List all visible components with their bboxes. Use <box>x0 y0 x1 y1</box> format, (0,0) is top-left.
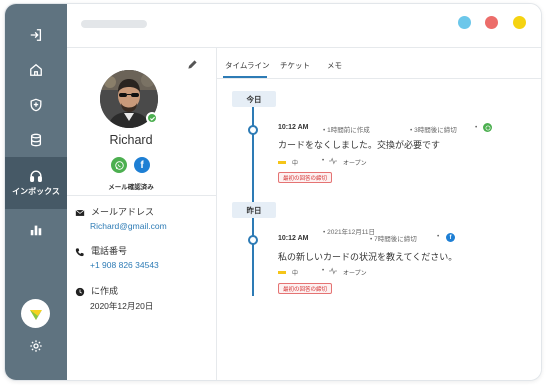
created-value: 2020年12月20日 <box>90 301 154 311</box>
contact-profile-panel: Richard f メール確認済み メールアドレス Richard@gmail.… <box>67 48 217 380</box>
headset-icon <box>30 170 42 182</box>
sla-tag: 最初の回答の締切 <box>278 172 333 183</box>
entry-time: 10:12 AM <box>278 124 309 131</box>
tab-tickets[interactable]: チケット <box>280 60 310 71</box>
sidebar-item-label: インボックス <box>12 187 60 196</box>
priority-label: 中 <box>292 161 299 167</box>
entry-created: • 1時間前に作成 <box>323 127 370 134</box>
gear-icon[interactable] <box>5 331 67 361</box>
search-placeholder-bar[interactable] <box>81 20 147 28</box>
entry-message: 私の新しいカードの状況を教えてください。 <box>278 252 458 262</box>
entry-message: カードをなくしました。交換が必要です <box>278 140 441 150</box>
bar-chart-icon[interactable] <box>5 215 67 245</box>
email-value[interactable]: Richard@gmail.com <box>90 221 167 231</box>
entry-deadline: • 3時間後に締切 <box>410 127 457 134</box>
shield-icon[interactable] <box>5 90 67 120</box>
priority-label: 中 <box>292 271 299 277</box>
status-label: オープン <box>343 271 367 277</box>
priority-indicator <box>278 161 286 164</box>
timeline-node <box>248 235 258 245</box>
sidebar: インボックス <box>5 4 67 380</box>
window-dot-blue[interactable] <box>458 16 471 29</box>
day-badge: 今日 <box>232 91 276 107</box>
whatsapp-icon <box>483 123 492 132</box>
facebook-icon: f <box>446 233 455 242</box>
envelope-icon <box>75 205 85 216</box>
phone-value[interactable]: +1 908 826 34543 <box>90 260 159 270</box>
timeline-node <box>248 125 258 135</box>
tab-timeline[interactable]: タイムライン <box>225 60 269 71</box>
tab-notes[interactable]: メモ <box>327 60 342 71</box>
app-window: インボックス Richard f メール確認済み メールアドレス Richard… <box>4 3 542 381</box>
database-icon[interactable] <box>5 125 67 155</box>
status-label: オープン <box>343 161 367 167</box>
verified-check-icon <box>146 112 158 124</box>
sla-tag: 最初の回答の締切 <box>278 283 333 294</box>
brand-logo <box>21 299 50 328</box>
clock-icon <box>75 284 85 297</box>
day-badge: 昨日 <box>232 202 276 218</box>
phone-label: 電話番号 <box>91 246 128 256</box>
divider <box>67 195 217 196</box>
window-dot-yellow[interactable] <box>513 16 526 29</box>
activity-icon <box>329 157 337 167</box>
whatsapp-icon[interactable] <box>111 157 127 173</box>
timeline-panel: タイムライン チケット メモ 今日 10:12 AM • 1時間前に作成 • 3… <box>217 48 541 380</box>
window-dot-red[interactable] <box>485 16 498 29</box>
pencil-icon[interactable] <box>187 57 201 71</box>
channels-label: メール確認済み <box>108 184 154 191</box>
home-icon[interactable] <box>5 55 67 85</box>
active-tab-indicator <box>223 76 267 78</box>
sign-out-icon[interactable] <box>5 20 67 50</box>
top-bar <box>67 4 541 48</box>
created-label: に作成 <box>91 286 119 296</box>
contact-name: Richard <box>109 133 153 147</box>
priority-indicator <box>278 271 286 274</box>
entry-deadline: • 7時間後に締切 <box>370 236 417 243</box>
facebook-icon[interactable]: f <box>134 157 150 173</box>
phone-icon <box>75 244 85 257</box>
tab-bar: タイムライン チケット メモ <box>217 48 541 79</box>
activity-icon <box>329 267 337 277</box>
sidebar-item-inbox[interactable]: インボックス <box>5 157 67 209</box>
entry-time: 10:12 AM <box>278 235 309 242</box>
email-label: メールアドレス <box>91 207 155 217</box>
